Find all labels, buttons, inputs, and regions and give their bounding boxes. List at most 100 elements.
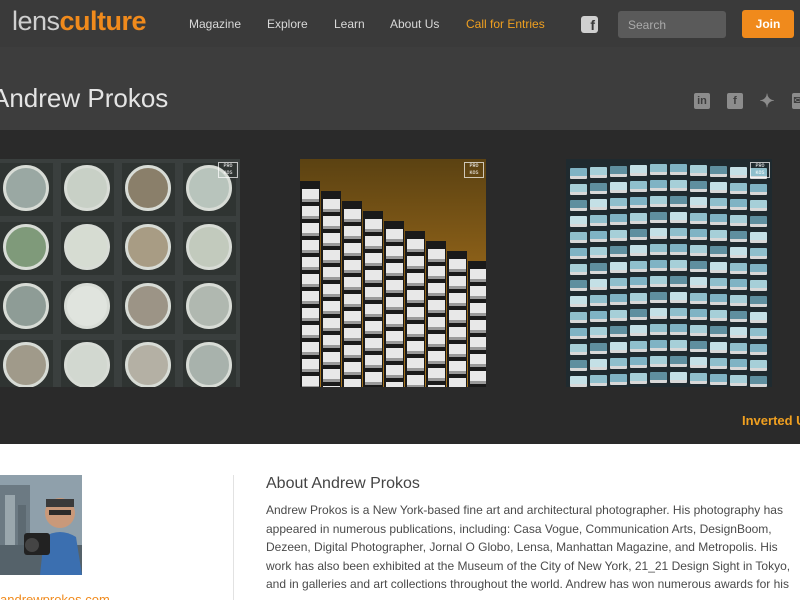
building-window [630,212,647,224]
building-window [590,279,607,291]
building-window [710,262,727,273]
circle-window [181,220,238,277]
circle-window [0,338,55,387]
gallery-image-balconies[interactable]: PRO KOS [300,159,486,387]
building-window [710,310,727,321]
building-window [690,260,707,272]
building-window [610,262,627,273]
profile-header: Andrew Prokos in f ✦ ✉ [0,47,800,130]
building-window [610,246,627,257]
building-window [730,183,747,195]
building-window [750,248,767,260]
building-window [630,244,647,256]
building-window [630,180,647,192]
circle-window [59,161,116,218]
linkedin-icon[interactable]: in [694,93,710,109]
building-window [670,339,687,351]
building-window [710,374,727,385]
building-window [690,276,707,288]
building-window [650,163,667,175]
building-window [630,164,647,176]
building-window [750,296,767,308]
building-window [590,183,607,195]
building-window [570,296,587,308]
avatar [0,475,82,575]
building-window [710,326,727,337]
nav-link-explore[interactable]: Explore [267,17,308,31]
building-window [690,228,707,240]
logo-part-lens: lens [12,6,60,36]
building-window [610,278,627,289]
gallery-image-circles[interactable]: PRO KOS [0,159,240,387]
building-window [670,291,687,303]
circle-window [120,279,177,336]
building-window [610,358,627,369]
twitter-icon[interactable]: ✦ [759,92,775,110]
about-title: About Andrew Prokos [266,475,420,492]
nav-link-magazine[interactable]: Magazine [189,17,241,31]
building-window [570,280,587,292]
building-window [590,263,607,275]
gallery-image-round-building[interactable]: PRO KOS [566,159,772,387]
image-caption[interactable]: Inverted U... [742,413,800,428]
building-window [610,342,627,353]
building-window [570,360,587,372]
building-window [750,360,767,372]
building-window [730,375,747,387]
building-window [630,308,647,320]
building-window [710,278,727,289]
building-window [670,275,687,287]
building-window [750,312,767,324]
facebook-icon[interactable]: f [727,93,743,109]
building-window [730,279,747,291]
building-window [750,376,767,387]
search-input[interactable] [618,11,726,38]
building-window [650,323,667,335]
nav-link-about-us[interactable]: About Us [390,17,439,31]
building-window [670,371,687,383]
lensculture-logo[interactable]: lensculture [12,6,147,37]
building-window [630,260,647,272]
website-link[interactable]: andrewprokos.com [0,592,110,600]
balconies-artwork [300,181,486,387]
building-window [670,323,687,335]
circle-window [181,279,238,336]
building-window [730,295,747,307]
building-window [630,196,647,208]
building-window [710,342,727,353]
building-window [630,340,647,352]
email-icon[interactable]: ✉ [792,93,800,109]
building-window [590,311,607,323]
building-window [590,215,607,227]
building-window [590,231,607,243]
nav-link-call-for-entries[interactable]: Call for Entries [466,17,545,31]
building-window [750,280,767,292]
building-window [570,328,587,340]
building-window [590,327,607,339]
join-button[interactable]: Join [742,10,794,38]
building-window [690,308,707,320]
building-window [630,228,647,240]
building-window [730,263,747,275]
building-window [730,359,747,371]
building-window [750,232,767,244]
building-window [570,232,587,244]
nav-link-learn[interactable]: Learn [334,17,365,31]
building-window [630,276,647,288]
photo-gallery: PRO KOS PRO KOS PRO KOS Inverted U... [0,130,800,444]
building-window [570,248,587,260]
building-window [650,179,667,191]
building-window [570,264,587,276]
building-window [590,295,607,307]
building-window [670,355,687,367]
prokos-watermark: PRO KOS [464,162,484,178]
building-window [610,166,627,177]
building-window [590,199,607,211]
building-window [590,167,607,179]
building-window [590,343,607,355]
building-window [670,227,687,239]
facebook-icon[interactable]: f [581,16,598,33]
building-window [650,291,667,303]
building-window [710,246,727,257]
building-window [650,227,667,239]
